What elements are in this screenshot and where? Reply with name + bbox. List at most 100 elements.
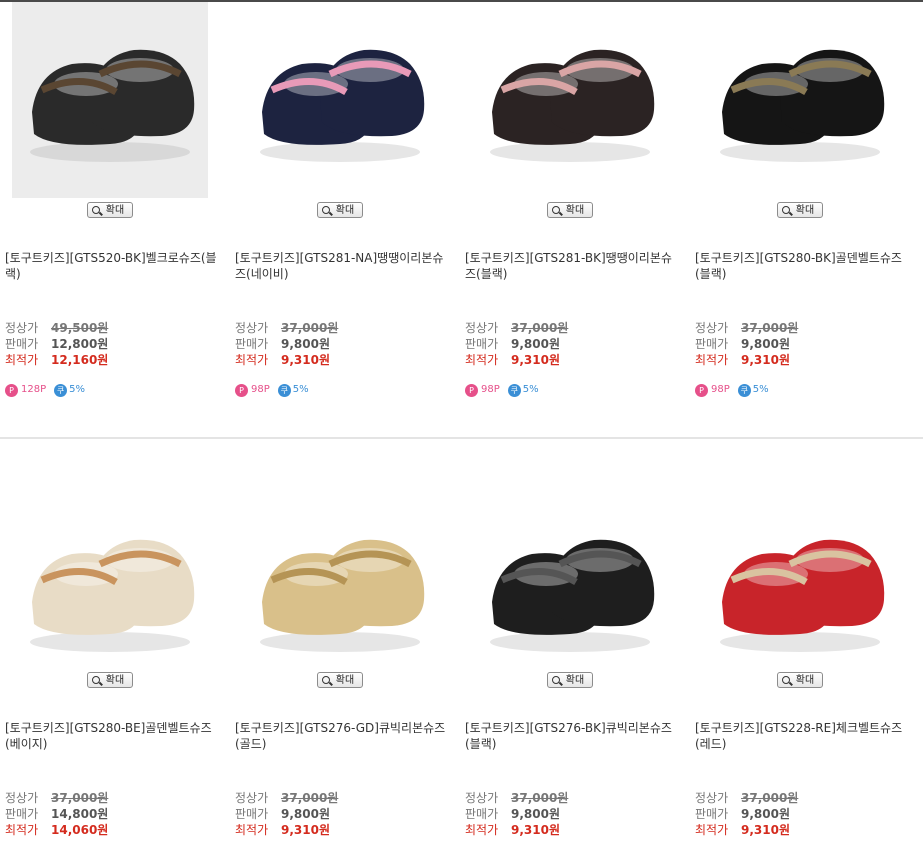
- product-image[interactable]: [12, 2, 208, 198]
- regular-price-label: 정상가: [235, 791, 269, 805]
- lowest-price: 9,310원: [741, 353, 790, 367]
- zoom-button[interactable]: 확대: [547, 672, 593, 688]
- sale-price-line: 판매가 9,800원: [695, 336, 910, 352]
- lowest-price: 14,060원: [51, 823, 109, 837]
- row-divider: [0, 437, 923, 439]
- zoom-button[interactable]: 확대: [777, 202, 823, 218]
- product-title-link[interactable]: [토구트키즈][GTS276-GD]큐빅리본슈즈(골드): [235, 720, 450, 752]
- sale-price-label: 판매가: [5, 807, 39, 821]
- sale-price-line: 판매가 9,800원: [695, 806, 910, 822]
- product-title-link[interactable]: [토구트키즈][GTS281-BK]땡땡이리본슈즈(블랙): [465, 250, 680, 282]
- zoom-button[interactable]: 확대: [87, 672, 133, 688]
- zoom-label: 확대: [795, 205, 815, 216]
- coupon-value: 5%: [69, 384, 85, 395]
- product-card: 확대 [토구트키즈][GTS520-BK]벨크로슈즈(블랙) 정상가 49,500…: [5, 2, 225, 438]
- product-image[interactable]: [472, 492, 668, 688]
- magnifier-icon: [92, 676, 100, 684]
- regular-price-line: 정상가 37,000원: [5, 790, 220, 806]
- shoe-image: [720, 539, 885, 652]
- lowest-price-label: 최적가: [235, 823, 269, 837]
- product-title-link[interactable]: [토구트키즈][GTS276-BK]큐빅리본슈즈(블랙): [465, 720, 680, 752]
- coupon-icon: 쿠: [507, 383, 521, 397]
- zoom-label: 확대: [565, 205, 585, 216]
- lowest-price-label: 최적가: [235, 353, 269, 367]
- zoom-button[interactable]: 확대: [777, 672, 823, 688]
- zoom-label: 확대: [795, 675, 815, 686]
- zoom-button[interactable]: 확대: [317, 202, 363, 218]
- shoe-image: [720, 49, 885, 162]
- regular-price: 37,000원: [741, 791, 799, 805]
- regular-price-line: 정상가 37,000원: [465, 320, 680, 336]
- product-card: 확대 [토구트키즈][GTS228-RE]체크벨트슈즈(레드) 정상가 37,00…: [695, 440, 915, 845]
- product-image[interactable]: [12, 492, 208, 688]
- sale-price: 9,800원: [741, 337, 790, 351]
- sale-price-label: 판매가: [695, 337, 729, 351]
- benefit-badges: P 98P 쿠 5%: [465, 383, 539, 398]
- sale-price-label: 판매가: [695, 807, 729, 821]
- sale-price-label: 판매가: [235, 337, 269, 351]
- sale-price-line: 판매가 9,800원: [235, 336, 450, 352]
- regular-price: 37,000원: [281, 791, 339, 805]
- price-block: 정상가 37,000원 판매가 9,800원 최적가 9,310원: [695, 320, 910, 368]
- product-title-link[interactable]: [토구트키즈][GTS280-BK]골덴벨트슈즈(블랙): [695, 250, 910, 282]
- product-card: 확대 [토구트키즈][GTS276-BK]큐빅리본슈즈(블랙) 정상가 37,00…: [465, 440, 685, 845]
- lowest-price: 9,310원: [511, 823, 560, 837]
- regular-price-label: 정상가: [235, 321, 269, 335]
- price-block: 정상가 37,000원 판매가 9,800원 최적가 9,310원: [465, 320, 680, 368]
- zoom-button[interactable]: 확대: [547, 202, 593, 218]
- sale-price-line: 판매가 9,800원: [465, 336, 680, 352]
- regular-price: 37,000원: [511, 321, 569, 335]
- coupon-value: 5%: [752, 384, 769, 395]
- lowest-price: 9,310원: [511, 353, 560, 367]
- shoe-image: [30, 49, 195, 162]
- magnifier-icon: [322, 676, 330, 684]
- product-card: 확대 [토구트키즈][GTS280-BE]골덴벨트슈즈(베이지) 정상가 37,0…: [5, 440, 225, 845]
- point-icon: P: [235, 383, 248, 397]
- product-card: 확대 [토구트키즈][GTS281-BK]땡땡이리본슈즈(블랙) 정상가 37,0…: [465, 2, 685, 438]
- sale-price-line: 판매가 9,800원: [235, 806, 450, 822]
- zoom-button[interactable]: 확대: [317, 672, 363, 688]
- lowest-price-line: 최적가 9,310원: [235, 352, 450, 368]
- shoe-image: [260, 539, 425, 652]
- shoe-image: [490, 539, 655, 652]
- regular-price-line: 정상가 37,000원: [695, 320, 910, 336]
- sale-price-line: 판매가 9,800원: [465, 806, 680, 822]
- sale-price: 9,800원: [281, 807, 330, 821]
- lowest-price-label: 최적가: [5, 823, 39, 837]
- lowest-price: 9,310원: [741, 823, 790, 837]
- regular-price-line: 정상가 37,000원: [695, 790, 910, 806]
- product-title-link[interactable]: [토구트키즈][GTS281-NA]땡땡이리본슈즈(네이비): [235, 250, 450, 282]
- lowest-price-label: 최적가: [465, 823, 499, 837]
- product-title-link[interactable]: [토구트키즈][GTS228-RE]체크벨트슈즈(레드): [695, 720, 910, 752]
- regular-price-label: 정상가: [5, 791, 39, 805]
- lowest-price-label: 최적가: [695, 353, 729, 367]
- product-image[interactable]: [242, 492, 438, 688]
- lowest-price-label: 최적가: [5, 353, 39, 367]
- zoom-label: 확대: [335, 675, 355, 686]
- product-title-link[interactable]: [토구트키즈][GTS280-BE]골덴벨트슈즈(베이지): [5, 720, 220, 752]
- product-title-link[interactable]: [토구트키즈][GTS520-BK]벨크로슈즈(블랙): [5, 250, 220, 282]
- lowest-price-line: 최적가 9,310원: [465, 352, 680, 368]
- zoom-label: 확대: [105, 675, 125, 686]
- benefit-badges: P 128P 쿠 5%: [5, 383, 85, 398]
- product-image[interactable]: [242, 2, 438, 198]
- product-card: 확대 [토구트키즈][GTS281-NA]땡땡이리본슈즈(네이비) 정상가 37,…: [235, 2, 455, 438]
- price-block: 정상가 37,000원 판매가 9,800원 최적가 9,310원: [235, 790, 450, 838]
- lowest-price-line: 최적가 9,310원: [465, 822, 680, 838]
- lowest-price-line: 최적가 9,310원: [235, 822, 450, 838]
- zoom-button[interactable]: 확대: [87, 202, 133, 218]
- regular-price: 37,000원: [51, 791, 109, 805]
- product-image[interactable]: [702, 492, 898, 688]
- zoom-label: 확대: [105, 205, 125, 216]
- sale-price-label: 판매가: [5, 337, 39, 351]
- regular-price-line: 정상가 49,500원: [5, 320, 220, 336]
- product-card: 확대 [토구트키즈][GTS276-GD]큐빅리본슈즈(골드) 정상가 37,00…: [235, 440, 455, 845]
- coupon-value: 5%: [292, 384, 309, 395]
- lowest-price-line: 최적가 9,310원: [695, 822, 910, 838]
- point-icon: P: [5, 383, 18, 397]
- lowest-price-label: 최적가: [465, 353, 499, 367]
- coupon-icon: 쿠: [737, 383, 751, 397]
- product-image[interactable]: [702, 2, 898, 198]
- shoe-image: [490, 49, 655, 162]
- product-image[interactable]: [472, 2, 668, 198]
